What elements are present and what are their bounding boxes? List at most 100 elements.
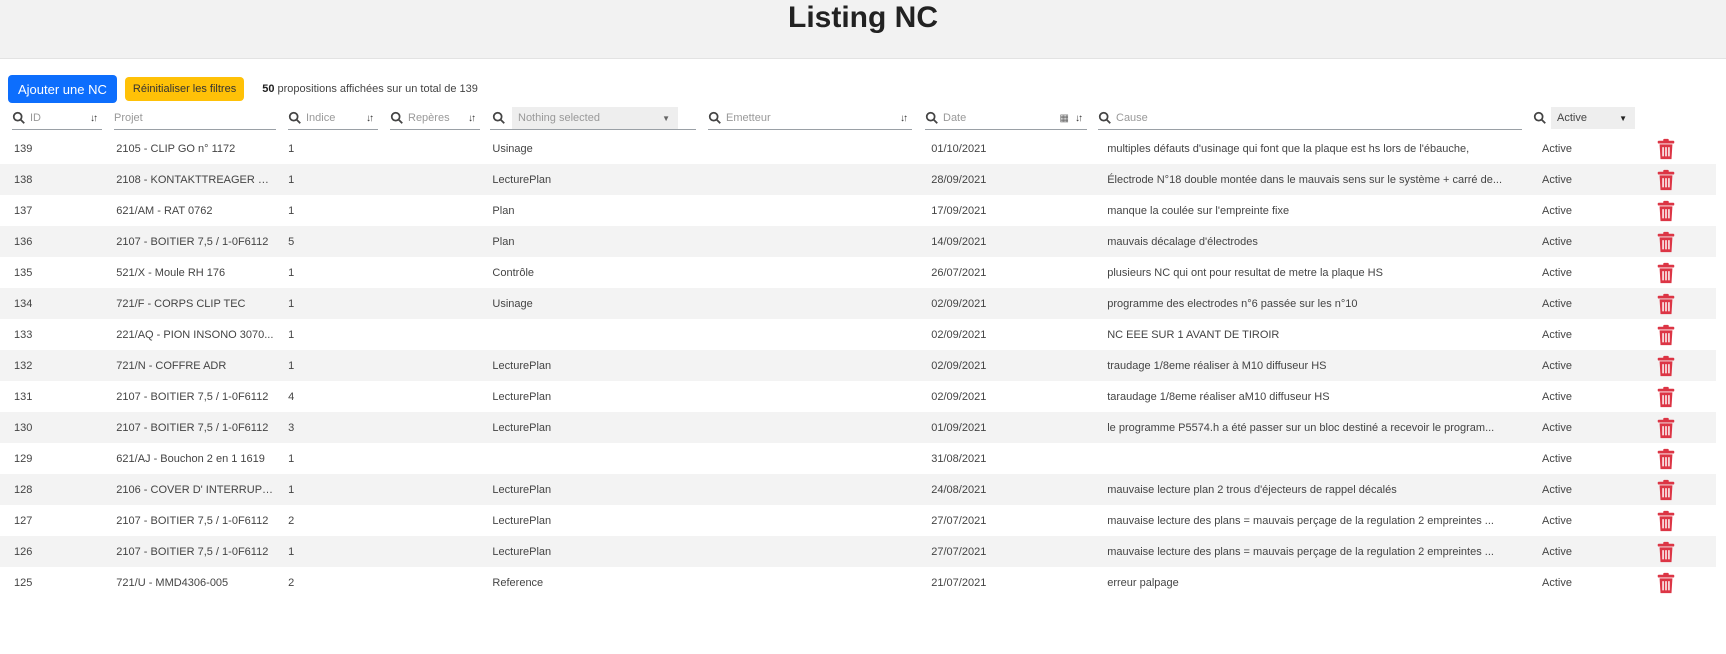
table-row[interactable]: 128 2106 - COVER D' INTERRUPT... 1 Lectu… [0,474,1716,505]
cell-indice: 1 [288,297,295,310]
cell-delete [1655,257,1716,288]
cell-date: 01/10/2021 [931,142,987,155]
cell-id: 131 [14,390,33,403]
cell-status: Active [1542,483,1572,496]
status-select[interactable]: Active ▼ [1551,107,1635,129]
trash-icon[interactable] [1655,324,1677,346]
cell-id: 139 [14,142,33,155]
table-row[interactable]: 126 2107 - BOITIER 7,5 / 1-0F6112 1 Lect… [0,536,1716,567]
filter-indice[interactable]: Indice ↓↑ [288,107,378,130]
table-row[interactable]: 129 621/AJ - Bouchon 2 en 1 1619 1 31/08… [0,443,1716,474]
cell-indice: 1 [288,359,295,372]
filter-reperes-placeholder: Repères [408,112,450,124]
listing-card: Ajouter une NC Réinitialiser les filtres… [0,58,1726,654]
filter-cause-placeholder: Cause [1116,112,1148,124]
cell-delete [1655,288,1716,319]
cell-indice: 1 [288,483,295,496]
type-select[interactable]: Nothing selected ▼ [512,107,678,129]
sort-icon[interactable]: ↓↑ [90,113,98,124]
filter-date[interactable]: Date ▦ ↓↑ [925,107,1087,130]
cell-delete [1655,133,1716,164]
table-row[interactable]: 139 2105 - CLIP GO n° 1172 1 Usinage 01/… [0,133,1716,164]
results-summary: 50 propositions affichées sur un total d… [262,83,478,95]
sort-icon[interactable]: ↓↑ [900,113,908,124]
cell-id: 125 [14,576,33,589]
toolbar: Ajouter une NC Réinitialiser les filtres… [8,75,478,103]
table-row[interactable]: 125 721/U - MMD4306-005 2 Reference 21/0… [0,567,1716,598]
cell-projet: 721/U - MMD4306-005 [116,576,229,589]
trash-icon[interactable] [1655,200,1677,222]
sort-icon[interactable]: ↓↑ [366,113,374,124]
table-row[interactable]: 137 621/AM - RAT 0762 1 Plan 17/09/2021 … [0,195,1716,226]
trash-icon[interactable] [1655,417,1677,439]
filter-projet-placeholder: Projet [114,112,143,124]
sort-icon[interactable]: ↓↑ [1075,113,1083,124]
cell-cause: manque la coulée sur l'empreinte fixe [1107,204,1290,217]
sort-icon[interactable]: ↓↑ [468,113,476,124]
cell-indice: 3 [288,421,295,434]
table-row[interactable]: 138 2108 - KONTAKTTREAGER 3RT2... 1 Lect… [0,164,1716,195]
trash-icon[interactable] [1655,138,1677,160]
status-select-value: Active [1557,112,1587,124]
trash-icon[interactable] [1655,572,1677,594]
cell-status: Active [1542,545,1572,558]
cell-delete [1655,474,1716,505]
cell-date: 02/09/2021 [931,328,987,341]
cell-type: LecturePlan [492,514,552,527]
table-row[interactable]: 134 721/F - CORPS CLIP TEC 1 Usinage 02/… [0,288,1716,319]
cell-cause: Électrode N°18 double montée dans le mau… [1107,173,1502,186]
table-row[interactable]: 127 2107 - BOITIER 7,5 / 1-0F6112 2 Lect… [0,505,1716,536]
trash-icon[interactable] [1655,262,1677,284]
filter-emetteur[interactable]: Emetteur ↓↑ [708,107,912,130]
cell-delete [1655,226,1716,257]
cell-id: 127 [14,514,33,527]
table-row[interactable]: 132 721/N - COFFRE ADR 1 LecturePlan 02/… [0,350,1716,381]
trash-icon[interactable] [1655,448,1677,470]
filter-projet[interactable]: Projet [114,107,276,130]
cell-indice: 1 [288,266,295,279]
caret-down-icon: ▼ [1619,113,1627,123]
cell-id: 134 [14,297,33,310]
cell-projet: 2107 - BOITIER 7,5 / 1-0F6112 [116,421,269,434]
trash-icon[interactable] [1655,386,1677,408]
type-select-value: Nothing selected [518,112,600,124]
calendar-icon[interactable]: ▦ [1060,113,1069,124]
trash-icon[interactable] [1655,355,1677,377]
cell-type: Contrôle [492,266,534,279]
table-row[interactable]: 135 521/X - Moule RH 176 1 Contrôle 26/0… [0,257,1716,288]
cell-type [492,443,931,474]
cell-indice: 1 [288,173,295,186]
trash-icon[interactable] [1655,169,1677,191]
filter-cause[interactable]: Cause [1098,107,1522,130]
cell-type: Reference [492,576,544,589]
cell-type [492,319,931,350]
cell-id: 132 [14,359,33,372]
trash-icon[interactable] [1655,479,1677,501]
cell-id: 136 [14,235,33,248]
search-icon [390,111,403,124]
filter-reperes[interactable]: Repères ↓↑ [390,107,480,130]
table-row[interactable]: 131 2107 - BOITIER 7,5 / 1-0F6112 4 Lect… [0,381,1716,412]
search-icon [925,111,938,124]
cell-id: 135 [14,266,33,279]
search-icon [1533,111,1546,124]
trash-icon[interactable] [1655,231,1677,253]
cell-status: Active [1542,576,1572,589]
search-icon [492,111,505,124]
cell-cause: traudage 1/8eme réaliser à M10 diffuseur… [1107,359,1327,372]
cell-type: LecturePlan [492,483,552,496]
filter-id[interactable]: ID ↓↑ [12,107,102,130]
table-row[interactable]: 130 2107 - BOITIER 7,5 / 1-0F6112 3 Lect… [0,412,1716,443]
cell-id: 138 [14,173,33,186]
table-row[interactable]: 133 221/AQ - PION INSONO 3070... 1 02/09… [0,319,1716,350]
filter-date-placeholder: Date [943,112,967,124]
add-nc-button[interactable]: Ajouter une NC [8,75,117,103]
table-row[interactable]: 136 2107 - BOITIER 7,5 / 1-0F6112 5 Plan… [0,226,1716,257]
cell-projet: 621/AM - RAT 0762 [116,204,213,217]
trash-icon[interactable] [1655,293,1677,315]
cell-id: 129 [14,452,33,465]
reset-filters-button[interactable]: Réinitialiser les filtres [124,77,245,101]
trash-icon[interactable] [1655,541,1677,563]
trash-icon[interactable] [1655,510,1677,532]
page-title: Listing NC [788,1,938,34]
